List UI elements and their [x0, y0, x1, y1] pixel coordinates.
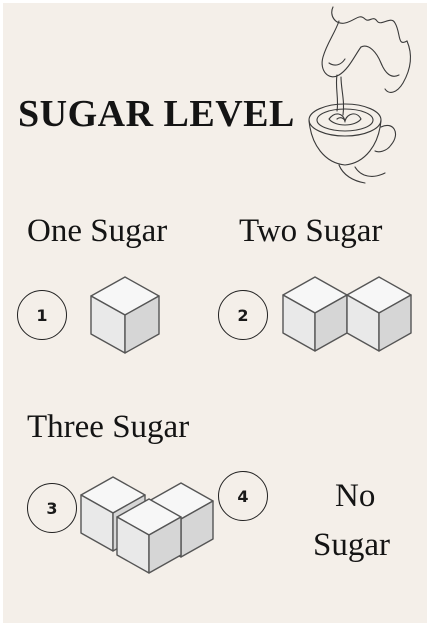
option-no-sugar-label-line2: Sugar	[313, 527, 390, 563]
option-three-sugar-label: Three Sugar	[27, 409, 190, 445]
sugar-cubes-three-icon	[80, 476, 214, 574]
sugar-cube-icon	[90, 276, 160, 354]
option-two-sugar-label: Two Sugar	[239, 213, 383, 249]
sugar-level-card: SUGAR LEVEL One Sugar 1 Two Sugar 2 Thre…	[3, 3, 427, 623]
option-number-badge-2: 2	[218, 290, 268, 340]
option-number-badge-4: 4	[218, 471, 268, 521]
option-number-badge-1: 1	[17, 290, 67, 340]
option-one-sugar-label: One Sugar	[27, 213, 168, 249]
sugar-cubes-two-icon	[282, 276, 412, 352]
page-title: SUGAR LEVEL	[18, 93, 295, 135]
option-no-sugar-label-line1: No	[335, 478, 376, 514]
coffee-pour-line-art-icon	[308, 6, 412, 184]
option-number-badge-3: 3	[27, 483, 77, 533]
